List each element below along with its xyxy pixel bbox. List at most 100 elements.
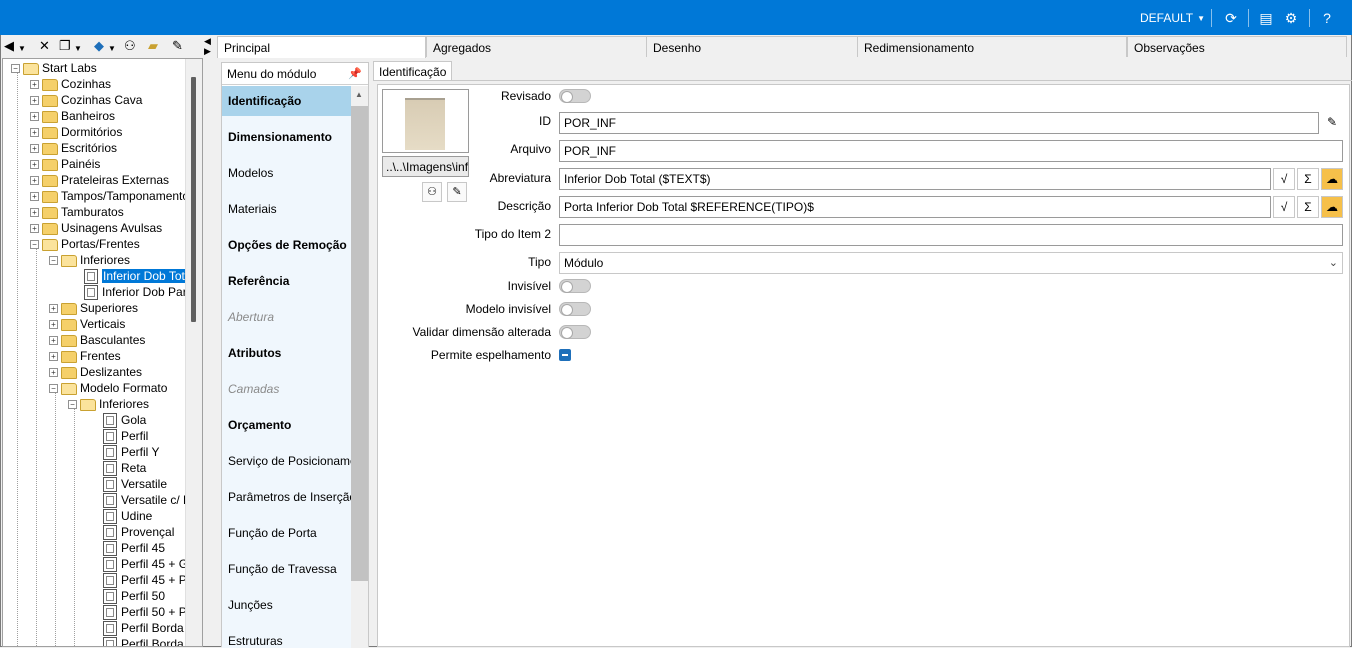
settings-icon[interactable]: ⚙	[1282, 9, 1300, 27]
formula-sqrt-icon[interactable]: √	[1273, 168, 1295, 190]
search-binoculars-icon[interactable]: ⚇	[124, 38, 136, 54]
tree-node[interactable]: + Basculantes	[49, 332, 145, 348]
validar-dimensao-toggle[interactable]	[559, 325, 591, 339]
tools-icon[interactable]: ✎	[172, 38, 183, 54]
menu-item-opcoes-remocao[interactable]: Opções de Remoção	[222, 230, 351, 260]
tab-desenho[interactable]: Desenho	[646, 36, 858, 57]
tab-redimensionamento[interactable]: Redimensionamento	[857, 36, 1127, 57]
tree-scrollbar[interactable]	[185, 59, 202, 646]
library-tree[interactable]: − Start Labs + Cozinhas + Cozinhas Cava + Ba…	[2, 58, 203, 647]
invisivel-toggle[interactable]	[559, 279, 591, 293]
id-input[interactable]: POR_INF	[559, 112, 1319, 134]
tab-observacoes[interactable]: Observações	[1127, 36, 1347, 57]
tree-node[interactable]: Gola	[103, 412, 146, 429]
chevron-down-icon[interactable]: ▼	[108, 41, 116, 57]
permite-espelhamento-checkbox[interactable]	[559, 349, 571, 361]
expand-right-icon[interactable]: ▶	[204, 46, 214, 56]
tab-agregados[interactable]: Agregados	[426, 36, 647, 57]
profile-dropdown[interactable]: DEFAULT ▼	[1140, 11, 1205, 25]
tree-node[interactable]: + Tampos/Tamponamentos	[30, 188, 195, 204]
tree-node[interactable]: Perfil 50	[103, 588, 165, 605]
expand-icon[interactable]: +	[30, 208, 39, 218]
expand-icon[interactable]: +	[49, 336, 58, 346]
expand-icon[interactable]: +	[30, 144, 39, 154]
menu-item-funcao-porta[interactable]: Função de Porta	[222, 518, 351, 548]
arquivo-input[interactable]: POR_INF	[559, 140, 1343, 162]
collapse-icon[interactable]: −	[49, 256, 58, 266]
expand-icon[interactable]: +	[49, 304, 58, 314]
sigma-icon[interactable]: Σ	[1297, 168, 1319, 190]
menu-item-referencia[interactable]: Referência	[222, 266, 351, 296]
menu-item-abertura[interactable]: Abertura	[222, 302, 351, 332]
tipo-item2-input[interactable]	[559, 224, 1343, 246]
expand-icon[interactable]: +	[30, 192, 39, 202]
layout-icon[interactable]: ▤	[1257, 9, 1275, 27]
menu-item-estruturas[interactable]: Estruturas	[222, 626, 351, 648]
collapse-icon[interactable]: −	[49, 384, 58, 394]
tools-icon[interactable]: ✎	[1321, 112, 1343, 134]
collapse-icon[interactable]: −	[68, 400, 77, 410]
tree-node[interactable]: Udine	[103, 508, 152, 525]
expand-icon[interactable]: +	[30, 224, 39, 234]
chevron-down-icon[interactable]: ▼	[18, 41, 26, 57]
tree-scrollbar-thumb[interactable]	[191, 77, 196, 322]
tree-node[interactable]: + Frentes	[49, 348, 121, 364]
expand-icon[interactable]: +	[30, 96, 39, 106]
tree-node[interactable]: Perfil 45	[103, 540, 165, 557]
expand-icon[interactable]: +	[30, 176, 39, 186]
tree-node[interactable]: + Escritórios	[30, 140, 117, 156]
panel-splitter[interactable]: ◀ ▶	[204, 36, 214, 56]
tree-node-root[interactable]: − Start Labs	[11, 60, 97, 76]
menu-item-camadas[interactable]: Camadas	[222, 374, 351, 404]
tree-node[interactable]: Versatile c/ P	[103, 492, 191, 509]
translate-icon[interactable]: ☁	[1321, 196, 1343, 218]
revisado-toggle[interactable]	[559, 89, 591, 103]
menu-item-identificacao[interactable]: Identificação	[222, 86, 351, 116]
tree-node[interactable]: + Verticais	[49, 316, 125, 332]
menu-item-materiais[interactable]: Materiais	[222, 194, 351, 224]
tree-node[interactable]: − Portas/Frentes	[30, 236, 140, 252]
expand-icon[interactable]: +	[30, 160, 39, 170]
tree-node[interactable]: + Tamburatos	[30, 204, 124, 220]
menu-item-modelos[interactable]: Modelos	[222, 158, 351, 188]
tree-node[interactable]: + Usinagens Avulsas	[30, 220, 162, 236]
menu-item-funcao-travessa[interactable]: Função de Travessa	[222, 554, 351, 584]
descricao-input[interactable]: Porta Inferior Dob Total $REFERENCE(TIPO…	[559, 196, 1271, 218]
expand-icon[interactable]: +	[30, 80, 39, 90]
tree-node[interactable]: + Deslizantes	[49, 364, 142, 380]
folder-icon[interactable]: ▰	[148, 38, 158, 54]
menu-scrollbar-thumb[interactable]	[351, 106, 368, 581]
translate-icon[interactable]: ☁	[1321, 168, 1343, 190]
menu-scrollbar[interactable]: ▲	[351, 86, 368, 648]
menu-item-atributos[interactable]: Atributos	[222, 338, 351, 368]
scroll-up-icon[interactable]: ▲	[355, 90, 363, 99]
chevron-down-icon[interactable]: ▼	[74, 41, 82, 57]
collapse-icon[interactable]: −	[11, 64, 20, 74]
delete-icon[interactable]: ✕	[39, 38, 50, 54]
tree-node[interactable]: Perfil Y	[103, 444, 159, 461]
tree-node[interactable]: + Banheiros	[30, 108, 115, 124]
tree-node[interactable]: − Inferiores	[49, 252, 130, 268]
sigma-icon[interactable]: Σ	[1297, 196, 1319, 218]
expand-icon[interactable]: +	[49, 320, 58, 330]
tree-node[interactable]: + Dormitórios	[30, 124, 122, 140]
tree-node[interactable]: + Prateleiras Externas	[30, 172, 169, 188]
collapse-icon[interactable]: −	[30, 240, 39, 250]
tree-node[interactable]: Perfil	[103, 428, 148, 445]
tree-node[interactable]: Perfil Borda	[103, 636, 184, 646]
back-icon[interactable]: ◀	[4, 38, 14, 54]
tree-node[interactable]: + Superiores	[49, 300, 138, 316]
tree-node[interactable]: − Modelo Formato	[49, 380, 167, 396]
tab-identificacao[interactable]: Identificação	[373, 61, 453, 81]
tree-node[interactable]: Reta	[103, 460, 146, 477]
menu-item-parametros-insercao[interactable]: Parâmetros de Inserção	[222, 482, 351, 512]
modelo-invisivel-toggle[interactable]	[559, 302, 591, 316]
tab-principal[interactable]: Principal	[217, 36, 426, 58]
menu-item-orcamento[interactable]: Orçamento	[222, 410, 351, 440]
expand-icon[interactable]: +	[49, 368, 58, 378]
expand-icon[interactable]: +	[30, 112, 39, 122]
menu-item-servico-posicionamento[interactable]: Serviço de Posicionamento	[222, 446, 351, 476]
copy-icon[interactable]: ❐	[59, 38, 71, 54]
abreviatura-input[interactable]: Inferior Dob Total ($TEXT$)	[559, 168, 1271, 190]
tree-node[interactable]: + Painéis	[30, 156, 100, 172]
